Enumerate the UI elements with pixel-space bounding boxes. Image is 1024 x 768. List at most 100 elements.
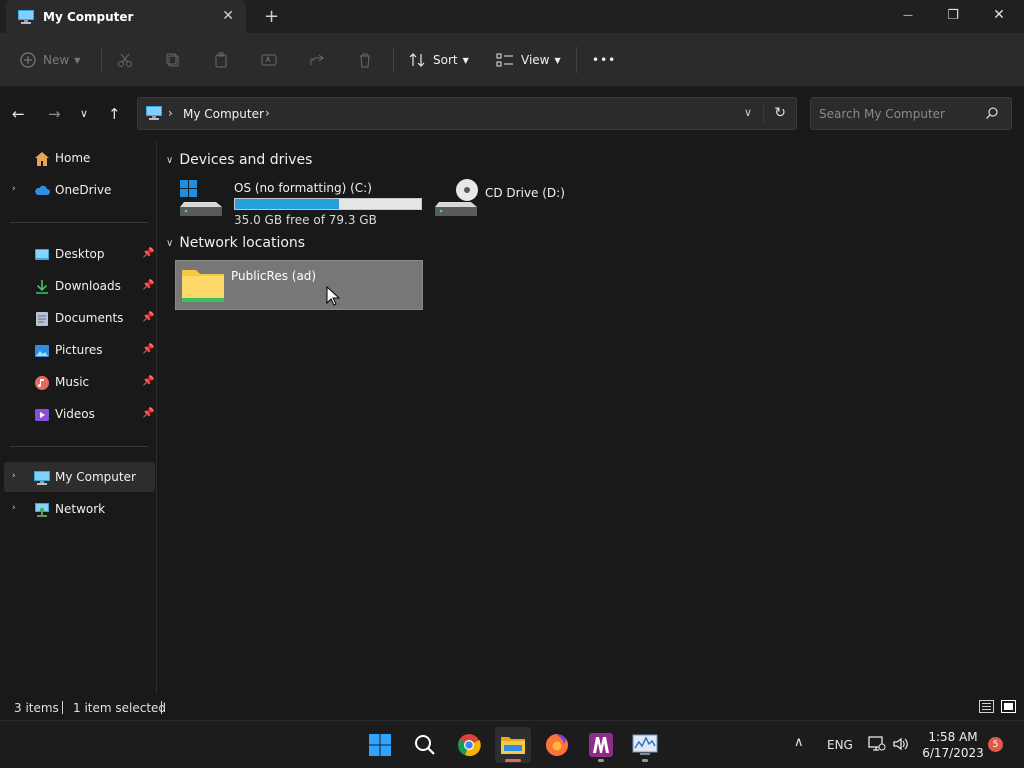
chevron-down-icon: ▼ — [462, 55, 469, 65]
pin-icon[interactable]: 📌 — [142, 312, 154, 323]
network-status-icon[interactable] — [868, 736, 886, 752]
more-options-button[interactable]: ••• — [592, 47, 616, 73]
pin-icon[interactable]: 📌 — [142, 376, 154, 387]
share-icon — [310, 54, 324, 65]
group-header-devices[interactable]: ∨ Devices and drives — [166, 152, 312, 168]
view-label: View — [521, 53, 550, 67]
sidebar-item-home[interactable]: Home — [4, 143, 155, 173]
sidebar-item-documents[interactable]: Documents 📌 — [4, 303, 155, 333]
copy-icon — [166, 53, 179, 67]
pin-icon[interactable]: 📌 — [142, 248, 154, 259]
pictures-icon — [35, 345, 49, 357]
chevron-right-icon[interactable]: › — [265, 106, 270, 120]
chevron-up-icon: ∧ — [794, 735, 804, 750]
refresh-icon[interactable]: ↻ — [774, 105, 786, 121]
sidebar-item-label: Documents — [55, 311, 124, 325]
chevron-right-icon[interactable]: › — [168, 106, 173, 120]
drive-d[interactable]: CD Drive (D:) — [433, 178, 583, 228]
new-label: New — [43, 53, 70, 67]
minimize-button[interactable]: — — [885, 0, 931, 30]
search-taskbar-button[interactable] — [407, 727, 443, 763]
language-indicator[interactable]: ENG — [827, 738, 853, 752]
sidebar-item-label: Videos — [55, 407, 95, 421]
new-button[interactable]: New ▼ — [20, 47, 80, 73]
rename-button[interactable] — [261, 47, 277, 73]
chevron-down-icon[interactable]: ∨ — [166, 155, 173, 166]
search-input[interactable] — [811, 98, 981, 129]
group-header-network-locations[interactable]: ∨ Network locations — [166, 235, 305, 251]
sort-button[interactable]: Sort ▼ — [408, 47, 469, 73]
back-button[interactable]: ← — [12, 105, 25, 123]
show-hidden-icons-button[interactable]: ∧ — [794, 735, 804, 750]
sidebar-item-pictures[interactable]: Pictures 📌 — [4, 335, 155, 365]
navigation-pane: Home › OneDrive Desktop 📌 Downloads 📌 Do… — [0, 141, 157, 694]
drive-name: OS (no formatting) (C:) — [234, 181, 372, 195]
view-button[interactable]: View ▼ — [496, 47, 561, 73]
maximize-button[interactable]: ❐ — [930, 0, 976, 30]
breadcrumb-my-computer[interactable]: My Computer — [183, 107, 264, 121]
sidebar-item-videos[interactable]: Videos 📌 — [4, 399, 155, 429]
sidebar-item-desktop[interactable]: Desktop 📌 — [4, 239, 155, 269]
sidebar-item-label: Pictures — [55, 343, 103, 357]
arrow-right-icon: → — [48, 105, 61, 123]
sidebar-item-label: Desktop — [55, 247, 105, 261]
clock[interactable]: 1:58 AM 6/17/2023 — [916, 729, 990, 761]
windows-logo-icon — [369, 734, 391, 756]
sidebar-item-music[interactable]: Music 📌 — [4, 367, 155, 397]
drive-usage-bar — [234, 198, 422, 210]
address-dropdown-icon[interactable]: ∨ — [744, 106, 752, 119]
search-icon[interactable] — [985, 106, 999, 120]
selection-count: 1 item selected — [73, 701, 167, 715]
chevron-down-icon[interactable]: ∨ — [166, 238, 173, 249]
pin-icon[interactable]: 📌 — [142, 408, 154, 419]
monitor-app-taskbar-button[interactable] — [627, 727, 663, 763]
chevron-right-icon[interactable]: › — [12, 184, 16, 194]
chevron-right-icon[interactable]: › — [12, 503, 16, 513]
delete-button[interactable] — [357, 47, 373, 73]
sidebar-item-onedrive[interactable]: › OneDrive — [4, 175, 155, 205]
sidebar-item-network[interactable]: › Network — [4, 494, 155, 524]
copy-button[interactable] — [165, 47, 181, 73]
tab-my-computer[interactable]: My Computer ✕ — [6, 0, 246, 33]
search-box[interactable] — [810, 97, 1012, 130]
divider — [763, 104, 764, 124]
start-button[interactable] — [362, 727, 398, 763]
firefox-icon — [546, 734, 568, 756]
firefox-taskbar-button[interactable] — [539, 727, 575, 763]
details-view-icon[interactable] — [979, 700, 994, 713]
recent-locations-button[interactable]: ∨ — [80, 107, 88, 120]
sidebar-divider — [10, 222, 148, 223]
network-location-item[interactable]: PublicRes (ad) — [175, 260, 423, 310]
desktop-icon — [35, 249, 49, 260]
pin-icon[interactable]: 📌 — [142, 344, 154, 355]
close-icon: ✕ — [993, 7, 1005, 23]
chevron-right-icon[interactable]: › — [12, 471, 16, 481]
volume-icon[interactable] — [892, 736, 910, 752]
share-button[interactable] — [309, 47, 325, 73]
notification-badge[interactable]: 5 — [988, 737, 1003, 752]
address-bar[interactable]: › My Computer › ∨ ↻ — [137, 97, 797, 130]
divider — [393, 47, 394, 73]
up-button[interactable]: ↑ — [108, 105, 121, 123]
file-explorer-taskbar-button[interactable] — [495, 727, 531, 763]
cut-icon — [118, 53, 132, 67]
music-icon — [35, 376, 49, 390]
drive-c[interactable]: OS (no formatting) (C:) 35.0 GB free of … — [178, 178, 428, 228]
search-icon — [415, 735, 435, 755]
group-title: Devices and drives — [179, 152, 313, 168]
m-app-taskbar-button[interactable] — [583, 727, 619, 763]
sort-icon — [409, 53, 425, 67]
sidebar-item-my-computer[interactable]: › My Computer — [4, 462, 155, 492]
large-icons-view-icon[interactable] — [1001, 700, 1016, 713]
chrome-taskbar-button[interactable] — [451, 727, 487, 763]
close-button[interactable]: ✕ — [976, 0, 1022, 30]
tab-close-button[interactable]: ✕ — [222, 8, 234, 24]
new-tab-button[interactable]: + — [264, 6, 279, 27]
pin-icon[interactable]: 📌 — [142, 280, 154, 291]
forward-button[interactable]: → — [48, 105, 61, 123]
sidebar-item-downloads[interactable]: Downloads 📌 — [4, 271, 155, 301]
paste-button[interactable] — [213, 47, 229, 73]
m-app-icon — [589, 733, 613, 757]
clock-date: 6/17/2023 — [922, 746, 984, 760]
cut-button[interactable] — [117, 47, 133, 73]
